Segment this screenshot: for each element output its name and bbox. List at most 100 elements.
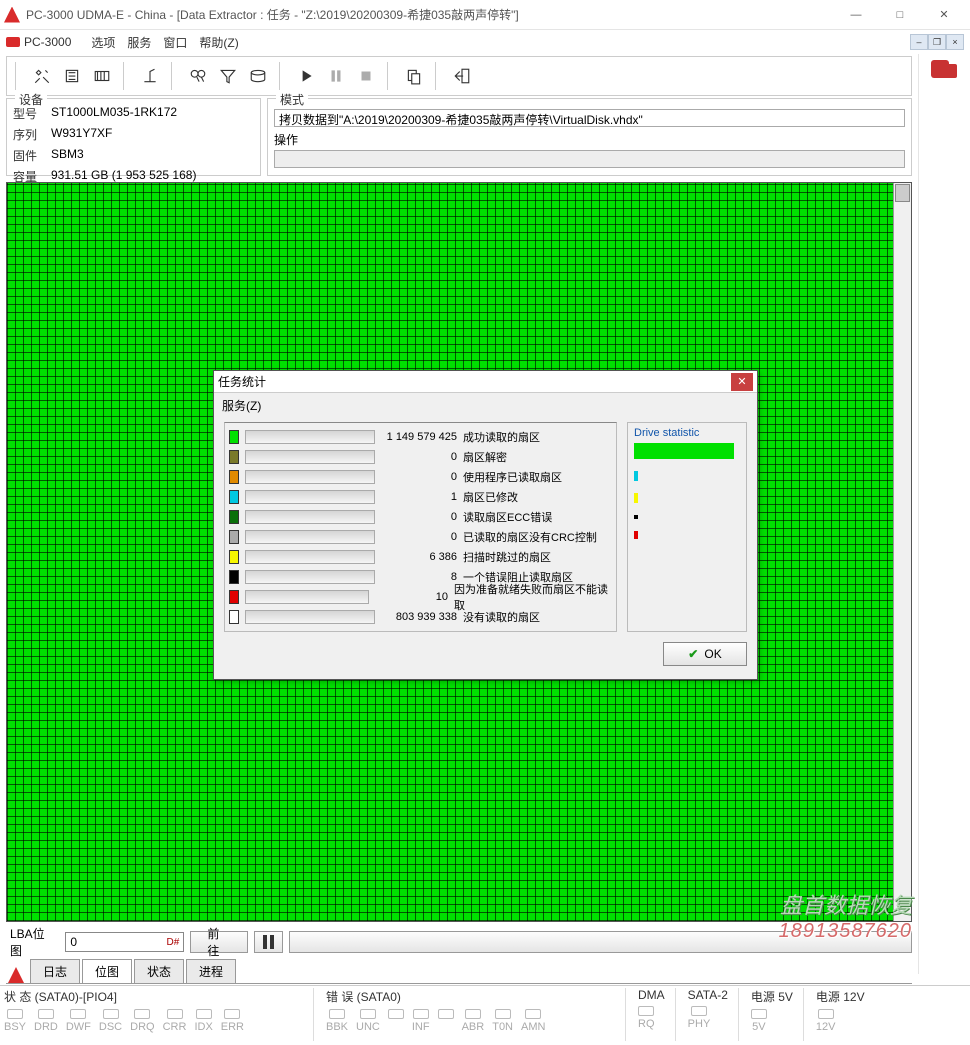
led-box (413, 1009, 429, 1019)
led-label: BSY (4, 1021, 26, 1033)
status-led: IDX (194, 1009, 212, 1033)
mode-pane: 模式 拷贝数据到"A:\2019\20200309-希捷035敲两声停转\Vir… (267, 98, 912, 176)
status-group-state: 状 态 (SATA0)-[PIO4] BSYDRDDWFDSCDRQCRRIDX… (4, 988, 314, 1041)
status-led: 12V (816, 1009, 836, 1033)
mode-legend: 模式 (276, 91, 308, 108)
status-led: DWF (66, 1009, 91, 1033)
stat-color-swatch (229, 550, 239, 564)
status-led: BBK (326, 1009, 348, 1033)
tab-bitmap[interactable]: 位图 (82, 959, 132, 983)
play-button[interactable] (293, 63, 319, 89)
tool-search-icon[interactable] (185, 63, 211, 89)
stat-bar (245, 610, 375, 624)
led-label: 5V (752, 1021, 765, 1033)
stat-color-swatch (229, 570, 239, 584)
mode-op-value (274, 150, 905, 168)
led-label: 12V (816, 1021, 836, 1033)
pause-button[interactable] (323, 63, 349, 89)
titlebar: PC-3000 UDMA-E - China - [Data Extractor… (0, 0, 970, 30)
stat-label: 扇区已修改 (463, 489, 518, 505)
tab-process[interactable]: 进程 (186, 959, 236, 983)
tool-settings-icon[interactable] (29, 63, 55, 89)
goto-button[interactable]: 前往 (190, 931, 247, 953)
lba-input[interactable]: 0 D# (65, 932, 184, 952)
led-label: INF (412, 1021, 430, 1033)
status-led: CRR (163, 1009, 187, 1033)
tool-ram-icon[interactable] (89, 63, 115, 89)
led-box (7, 1009, 23, 1019)
led-box (465, 1009, 481, 1019)
task-stats-dialog: 任务统计 ✕ 服务(Z) 1 149 579 425 成功读取的扇区 0 扇区解… (213, 370, 758, 680)
close-button[interactable]: ✕ (922, 0, 966, 30)
minimize-button[interactable]: — (834, 0, 878, 30)
scrollbar[interactable] (893, 183, 911, 921)
tab-status[interactable]: 状态 (134, 959, 184, 983)
pause-indicator[interactable] (254, 931, 283, 953)
led-label: T0N (492, 1021, 513, 1033)
status-led: INF (412, 1009, 430, 1033)
mdi-close[interactable]: × (946, 34, 964, 50)
led-label: UNC (356, 1021, 380, 1033)
brand-icon (6, 37, 20, 47)
status-led: T0N (492, 1009, 513, 1033)
stat-bar (245, 530, 375, 544)
right-panel (918, 54, 970, 974)
scrollbar-thumb[interactable] (895, 184, 910, 202)
status-led (438, 1009, 454, 1033)
menu-help[interactable]: 帮助(Z) (199, 34, 238, 51)
stat-row: 1 扇区已修改 (229, 489, 612, 506)
led-box (196, 1009, 212, 1019)
led-label: PHY (688, 1018, 711, 1030)
status-title-state: 状 态 (SATA0)-[PIO4] (4, 988, 303, 1005)
led-box (38, 1009, 54, 1019)
led-box (495, 1009, 511, 1019)
stat-value: 10 (375, 591, 448, 603)
tab-icon (8, 967, 24, 983)
mdi-minimize[interactable]: – (910, 34, 928, 50)
stat-row: 10 因为准备就绪失败而扇区不能读取 (229, 588, 612, 605)
stat-label: 扇区解密 (463, 449, 507, 465)
tab-log[interactable]: 日志 (30, 959, 80, 983)
led-label: DRQ (130, 1021, 154, 1033)
led-label: IDX (194, 1021, 212, 1033)
stop-button[interactable] (353, 63, 379, 89)
maximize-button[interactable]: □ (878, 0, 922, 30)
menu-service[interactable]: 服务 (127, 34, 151, 51)
status-led: DRQ (130, 1009, 154, 1033)
mdi-restore[interactable]: ❐ (928, 34, 946, 50)
device-firmware-label: 固件 (13, 147, 45, 164)
dialog-close-button[interactable]: ✕ (731, 373, 753, 391)
stat-row: 0 读取扇区ECC错误 (229, 509, 612, 526)
status-group-12v: 电源 12V 12V (816, 988, 875, 1041)
led-label: RQ (638, 1018, 655, 1030)
led-box (224, 1009, 240, 1019)
status-led: 5V (751, 1009, 767, 1033)
menu-window[interactable]: 窗口 (163, 34, 187, 51)
tool-filter-icon[interactable] (215, 63, 241, 89)
dialog-title: 任务统计 (218, 373, 731, 390)
stat-value: 1 (381, 491, 457, 503)
status-led: PHY (688, 1006, 711, 1030)
database-icon[interactable] (931, 60, 959, 84)
status-led: ABR (462, 1009, 485, 1033)
led-box (388, 1009, 404, 1019)
exit-icon[interactable] (449, 63, 475, 89)
stat-label: 读取扇区ECC错误 (463, 509, 552, 525)
status-led: DRD (34, 1009, 58, 1033)
mode-path: 拷贝数据到"A:\2019\20200309-希捷035敲两声停转\Virtua… (274, 109, 905, 127)
menu-options[interactable]: 选项 (91, 34, 115, 51)
stat-bar (245, 450, 375, 464)
ok-button[interactable]: ✔ OK (663, 642, 747, 666)
tool-disk-icon[interactable] (245, 63, 271, 89)
device-pane: 设备 型号ST1000LM035-1RK172 序列W931Y7XF 固件SBM… (6, 98, 261, 176)
copy-icon[interactable] (401, 63, 427, 89)
tool-head-icon[interactable] (137, 63, 163, 89)
stat-color-swatch (229, 590, 239, 604)
drive-bar (634, 515, 638, 519)
stats-list: 1 149 579 425 成功读取的扇区 0 扇区解密 0 使用程序已读取扇区… (224, 422, 617, 632)
led-box (525, 1009, 541, 1019)
dialog-subtitle[interactable]: 服务(Z) (214, 393, 757, 416)
stat-bar (245, 430, 375, 444)
progress-track[interactable] (289, 931, 912, 953)
tool-chip-icon[interactable] (59, 63, 85, 89)
